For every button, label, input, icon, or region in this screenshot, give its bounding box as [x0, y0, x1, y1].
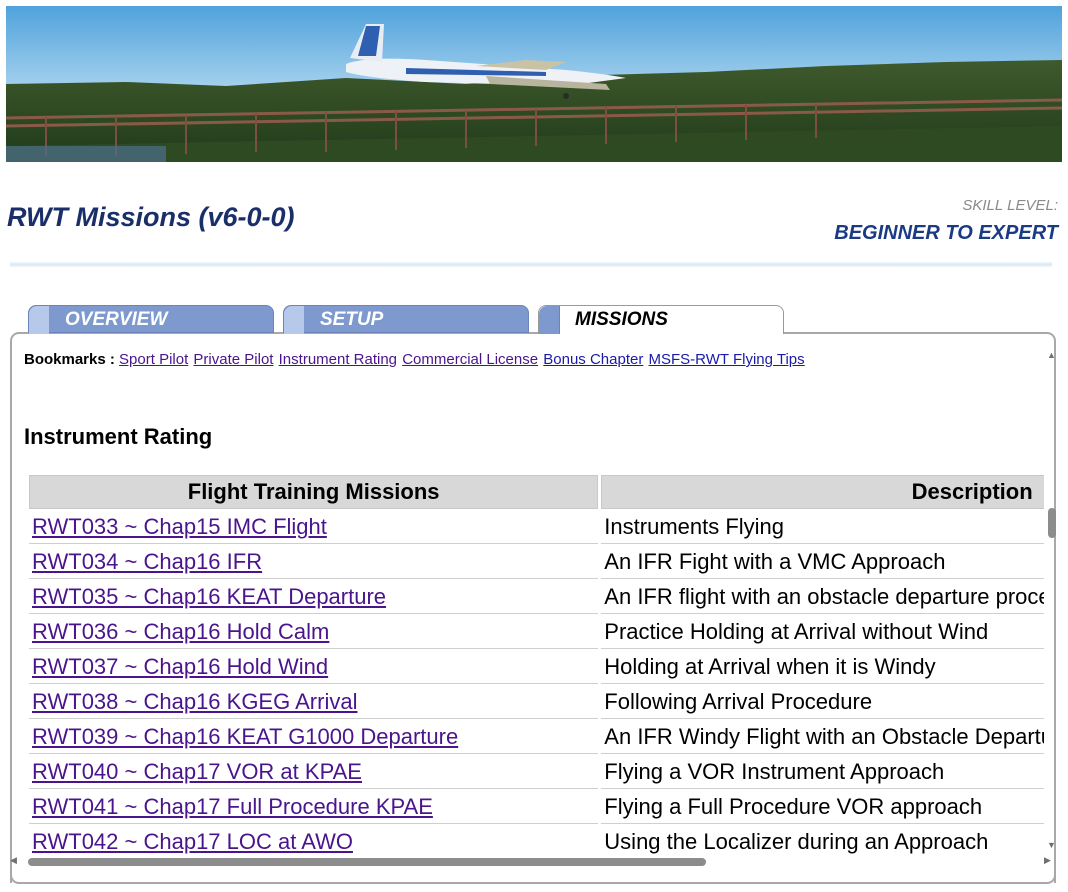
mission-cell: RWT041 ~ Chap17 Full Procedure KPAE: [29, 791, 599, 824]
table-row: RWT034 ~ Chap16 IFR An IFR Fight with a …: [29, 546, 1044, 579]
description-cell: An IFR Windy Flight with an Obstacle Dep…: [601, 721, 1044, 754]
bookmark-sport-pilot[interactable]: Sport Pilot: [119, 351, 188, 368]
mission-cell: RWT034 ~ Chap16 IFR: [29, 546, 599, 579]
bookmark-private-pilot[interactable]: Private Pilot: [193, 351, 273, 368]
table-row: RWT040 ~ Chap17 VOR at KPAE Flying a VOR…: [29, 756, 1044, 789]
description-cell: An IFR flight with an obstacle departure…: [601, 581, 1044, 614]
mission-link[interactable]: RWT034 ~ Chap16 IFR: [32, 549, 262, 574]
mission-cell: RWT036 ~ Chap16 Hold Calm: [29, 616, 599, 649]
tab-notch: [284, 306, 304, 334]
description-cell: Using the Localizer during an Approach: [601, 826, 1044, 856]
column-header-missions: Flight Training Missions: [29, 475, 599, 509]
mission-link[interactable]: RWT041 ~ Chap17 Full Procedure KPAE: [32, 794, 433, 819]
mission-cell: RWT042 ~ Chap17 LOC at AWO: [29, 826, 598, 856]
missions-table-viewport[interactable]: Flight Training Missions Description RWT…: [27, 474, 1044, 856]
content-frame-bottom: [10, 868, 1056, 884]
tab-setup[interactable]: SETUP: [283, 305, 529, 334]
section-heading: Instrument Rating: [24, 424, 213, 449]
mission-link[interactable]: RWT033 ~ Chap15 IMC Flight: [32, 514, 327, 539]
table-row: RWT033 ~ Chap15 IMC Flight Instruments F…: [29, 511, 1044, 544]
tab-label: OVERVIEW: [65, 309, 168, 330]
description-cell: Flying a VOR Instrument Approach: [601, 756, 1044, 789]
tab-notch: [29, 306, 49, 334]
scroll-left-icon[interactable]: ◀: [10, 855, 17, 866]
tab-notch: [539, 306, 560, 334]
tab-label: MISSIONS: [575, 309, 668, 330]
mission-cell: RWT037 ~ Chap16 Hold Wind: [29, 651, 599, 684]
table-row: RWT036 ~ Chap16 Hold Calm Practice Holdi…: [29, 616, 1044, 649]
mission-link[interactable]: RWT038 ~ Chap16 KGEG Arrival: [32, 689, 357, 714]
mission-link[interactable]: RWT042 ~ Chap17 LOC at AWO: [32, 829, 353, 854]
description-cell: Flying a Full Procedure VOR approach: [601, 791, 1044, 824]
mission-cell: RWT035 ~ Chap16 KEAT Departure: [29, 581, 599, 614]
table-row: RWT042 ~ Chap17 LOC at AWO Using the Loc…: [29, 826, 1044, 856]
bookmark-bonus-chapter[interactable]: Bonus Chapter: [543, 351, 643, 368]
scroll-down-icon[interactable]: ▼: [1047, 840, 1056, 850]
vertical-scroll-thumb[interactable]: [1048, 508, 1056, 538]
description-cell: Following Arrival Procedure: [601, 686, 1044, 719]
bookmark-flying-tips[interactable]: MSFS-RWT Flying Tips: [649, 351, 805, 368]
bookmark-instrument-rating[interactable]: Instrument Rating: [279, 351, 397, 368]
column-header-description: Description: [601, 475, 1044, 509]
mission-cell: RWT033 ~ Chap15 IMC Flight: [29, 511, 599, 544]
mission-link[interactable]: RWT036 ~ Chap16 Hold Calm: [32, 619, 329, 644]
tab-missions[interactable]: MISSIONS: [538, 305, 784, 334]
bookmarks-label: Bookmarks :: [24, 351, 115, 368]
header-banner-image: [6, 6, 1062, 162]
page-title: RWT Missions (v6-0-0): [7, 202, 295, 232]
skill-level-label: SKILL LEVEL:: [962, 197, 1058, 214]
mission-link[interactable]: RWT040 ~ Chap17 VOR at KPAE: [32, 759, 362, 784]
tab-label: SETUP: [320, 309, 384, 330]
table-row: RWT041 ~ Chap17 Full Procedure KPAE Flyi…: [29, 791, 1044, 824]
title-divider: [10, 262, 1052, 267]
mission-cell: RWT040 ~ Chap17 VOR at KPAE: [29, 756, 599, 789]
description-cell: Practice Holding at Arrival without Wind: [601, 616, 1044, 649]
scroll-right-icon[interactable]: ▶: [1044, 855, 1051, 866]
mission-link[interactable]: RWT037 ~ Chap16 Hold Wind: [32, 654, 328, 679]
horizontal-scrollbar[interactable]: ◀ ▶: [10, 855, 1056, 869]
mission-cell: RWT039 ~ Chap16 KEAT G1000 Departure: [29, 721, 599, 754]
table-row: RWT038 ~ Chap16 KGEG Arrival Following A…: [29, 686, 1044, 719]
mission-link[interactable]: RWT039 ~ Chap16 KEAT G1000 Departure: [32, 724, 458, 749]
table-row: RWT037 ~ Chap16 Hold Wind Holding at Arr…: [29, 651, 1044, 684]
horizontal-scroll-thumb[interactable]: [28, 858, 706, 866]
bookmark-commercial-license[interactable]: Commercial License: [402, 351, 538, 368]
table-row: RWT035 ~ Chap16 KEAT Departure An IFR fl…: [29, 581, 1044, 614]
bookmarks-bar: Bookmarks : Sport Pilot Private Pilot In…: [24, 351, 806, 368]
mission-link[interactable]: RWT035 ~ Chap16 KEAT Departure: [32, 584, 386, 609]
description-cell: An IFR Fight with a VMC Approach: [601, 546, 1044, 579]
table-row: RWT039 ~ Chap16 KEAT G1000 Departure An …: [29, 721, 1044, 754]
scroll-up-icon[interactable]: ▲: [1047, 350, 1056, 360]
description-cell: Instruments Flying: [601, 511, 1044, 544]
vertical-scrollbar[interactable]: ▲ ▼: [1044, 350, 1058, 855]
mission-cell: RWT038 ~ Chap16 KGEG Arrival: [29, 686, 599, 719]
skill-level-value: BEGINNER TO EXPERT: [834, 222, 1058, 244]
table-header-row: Flight Training Missions Description: [29, 475, 1044, 509]
tab-overview[interactable]: OVERVIEW: [28, 305, 274, 334]
description-cell: Holding at Arrival when it is Windy: [601, 651, 1044, 684]
missions-table: Flight Training Missions Description RWT…: [27, 474, 1044, 856]
